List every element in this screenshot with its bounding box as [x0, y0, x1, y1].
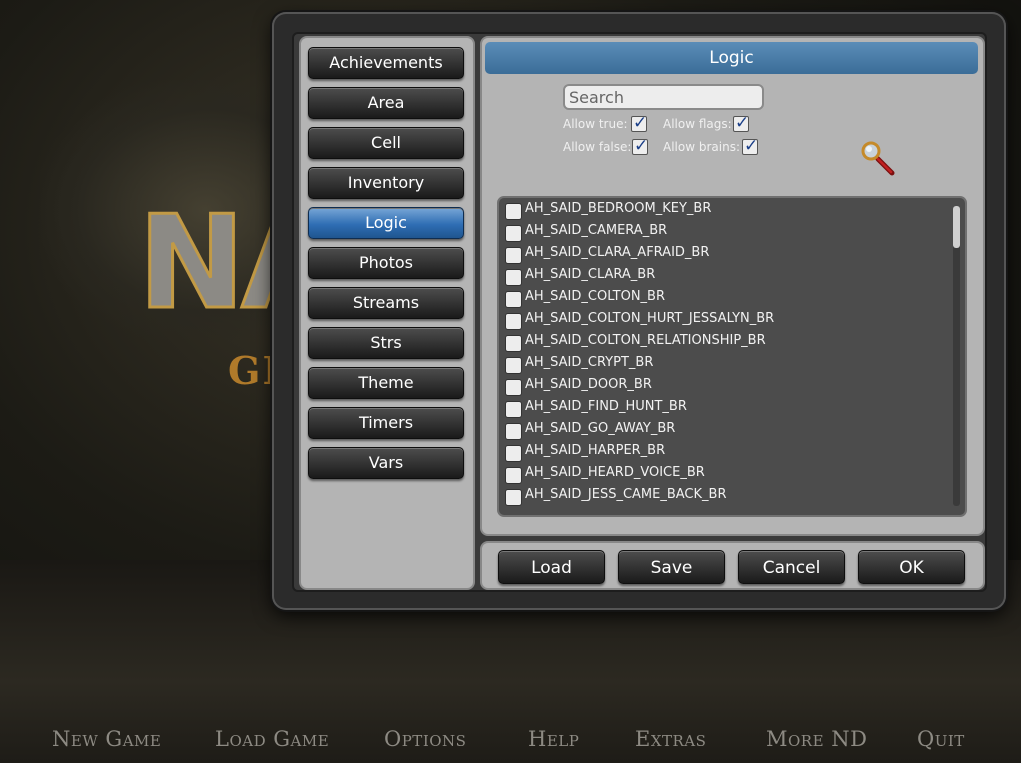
flag-checkbox[interactable] — [505, 379, 522, 396]
list-item[interactable]: AH_SAID_CRYPT_BR — [505, 353, 945, 375]
flag-label: AH_SAID_COLTON_BR — [525, 289, 666, 304]
flag-checkbox[interactable] — [505, 445, 522, 462]
sidebar-item-strs[interactable]: Strs — [308, 327, 464, 359]
flag-checkbox[interactable] — [505, 291, 522, 308]
flag-label: AH_SAID_FIND_HUNT_BR — [525, 399, 687, 414]
list-item[interactable]: AH_SAID_BEDROOM_KEY_BR — [505, 199, 945, 221]
list-item[interactable]: AH_SAID_CAMERA_BR — [505, 221, 945, 243]
list-item[interactable]: AH_SAID_JESS_CAME_BACK_BR — [505, 485, 945, 507]
allow-brains-checkbox[interactable] — [742, 136, 758, 156]
load-button[interactable]: Load — [498, 550, 605, 584]
flag-checkbox[interactable] — [505, 357, 522, 374]
sidebar-item-inventory[interactable]: Inventory — [308, 167, 464, 199]
sidebar-item-achievements[interactable]: Achievements — [308, 47, 464, 79]
sidebar-item-vars[interactable]: Vars — [308, 447, 464, 479]
flag-label: AH_SAID_COLTON_RELATIONSHIP_BR — [525, 333, 766, 348]
allow-true-label: Allow true: — [563, 117, 628, 131]
list-item[interactable]: AH_SAID_GO_AWAY_BR — [505, 419, 945, 441]
menu-help[interactable]: Help — [528, 727, 579, 751]
flag-label: AH_SAID_CAMERA_BR — [525, 223, 668, 238]
sidebar-item-photos[interactable]: Photos — [308, 247, 464, 279]
flag-checkbox[interactable] — [505, 225, 522, 242]
sidebar-item-timers[interactable]: Timers — [308, 407, 464, 439]
panel-title: Logic — [485, 42, 978, 74]
menu-quit[interactable]: Quit — [917, 727, 965, 751]
sidebar-item-area[interactable]: Area — [308, 87, 464, 119]
ok-button[interactable]: OK — [858, 550, 965, 584]
allow-flags-label: Allow flags: — [663, 117, 732, 131]
flag-label: AH_SAID_COLTON_HURT_JESSALYN_BR — [525, 311, 775, 326]
flag-checkbox[interactable] — [505, 423, 522, 440]
flag-checkbox[interactable] — [505, 269, 522, 286]
list-item[interactable]: AH_SAID_DOOR_BR — [505, 375, 945, 397]
list-item[interactable]: AH_SAID_COLTON_RELATIONSHIP_BR — [505, 331, 945, 353]
flag-checkbox[interactable] — [505, 313, 522, 330]
allow-true-checkbox[interactable] — [631, 113, 647, 133]
menu-options[interactable]: Options — [384, 727, 466, 751]
list-item[interactable]: AH_SAID_COLTON_BR — [505, 287, 945, 309]
allow-flags-checkbox[interactable] — [733, 113, 749, 133]
list-item[interactable]: AH_SAID_CLARA_BR — [505, 265, 945, 287]
search-input[interactable] — [563, 84, 764, 110]
flag-label: AH_SAID_CLARA_BR — [525, 267, 656, 282]
flag-label: AH_SAID_BEDROOM_KEY_BR — [525, 201, 712, 216]
list-item[interactable]: AH_SAID_COLTON_HURT_JESSALYN_BR — [505, 309, 945, 331]
allow-false-checkbox[interactable] — [632, 136, 648, 156]
flag-label: AH_SAID_JESS_CAME_BACK_BR — [525, 487, 727, 502]
flag-checkbox[interactable] — [505, 467, 522, 484]
flag-label: AH_SAID_GO_AWAY_BR — [525, 421, 676, 436]
scrollbar-thumb[interactable] — [953, 206, 960, 248]
list-item[interactable]: AH_SAID_HEARD_VOICE_BR — [505, 463, 945, 485]
sidebar-item-logic[interactable]: Logic — [308, 207, 464, 239]
flag-label: AH_SAID_HARPER_BR — [525, 443, 666, 458]
flag-list[interactable]: AH_SAID_BEDROOM_KEY_BR AH_SAID_CAMERA_BR… — [497, 196, 967, 517]
flag-label: AH_SAID_DOOR_BR — [525, 377, 652, 392]
sidebar-item-cell[interactable]: Cell — [308, 127, 464, 159]
flag-checkbox[interactable] — [505, 489, 522, 506]
flag-label: AH_SAID_CLARA_AFRAID_BR — [525, 245, 710, 260]
list-item[interactable]: AH_SAID_FIND_HUNT_BR — [505, 397, 945, 419]
list-item[interactable]: AH_SAID_CLARA_AFRAID_BR — [505, 243, 945, 265]
magnifier-icon[interactable] — [858, 140, 898, 178]
flag-checkbox[interactable] — [505, 247, 522, 264]
flag-checkbox[interactable] — [505, 335, 522, 352]
flag-label: AH_SAID_HEARD_VOICE_BR — [525, 465, 705, 480]
menu-load-game[interactable]: Load Game — [215, 727, 329, 751]
main-menu: New Game Load Game Options Help Extras M… — [0, 727, 1021, 761]
sidebar-item-streams[interactable]: Streams — [308, 287, 464, 319]
allow-brains-label: Allow brains: — [663, 140, 740, 154]
flag-checkbox[interactable] — [505, 203, 522, 220]
sidebar-item-theme[interactable]: Theme — [308, 367, 464, 399]
save-button[interactable]: Save — [618, 550, 725, 584]
flag-label: AH_SAID_CRYPT_BR — [525, 355, 654, 370]
cancel-button[interactable]: Cancel — [738, 550, 845, 584]
menu-extras[interactable]: Extras — [635, 727, 706, 751]
scrollbar-track[interactable] — [953, 206, 960, 506]
menu-more-nd[interactable]: More ND — [766, 727, 867, 751]
list-item[interactable]: AH_SAID_HARPER_BR — [505, 441, 945, 463]
allow-false-label: Allow false: — [563, 140, 632, 154]
flag-checkbox[interactable] — [505, 401, 522, 418]
menu-new-game[interactable]: New Game — [52, 727, 161, 751]
